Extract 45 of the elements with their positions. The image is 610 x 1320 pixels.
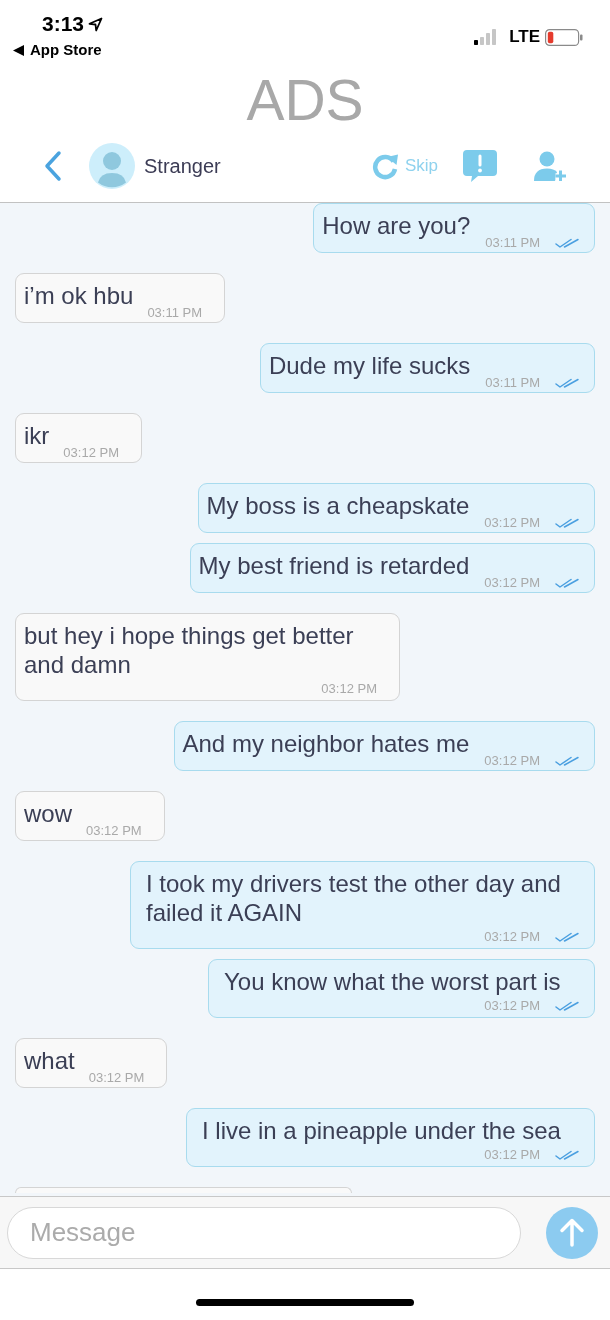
contact-name: Stranger [144, 154, 221, 179]
back-triangle-icon [13, 44, 24, 56]
back-to-app-button[interactable]: App Store [13, 40, 104, 60]
add-friend-button[interactable] [533, 150, 567, 182]
message-text: what [24, 1047, 75, 1074]
ads-banner-text: ADS [246, 71, 364, 129]
message-time: 03:11 PM [485, 375, 540, 391]
message-text: wow [24, 800, 72, 827]
battery-low-icon [545, 28, 583, 46]
message-text: And my neighbor hates me [182, 730, 470, 757]
report-button[interactable] [463, 150, 497, 182]
message-text: ikr [24, 422, 50, 449]
message-time: 03:12 PM [88, 1070, 145, 1086]
arrow-up-icon [559, 1218, 585, 1247]
network-type: LTE [509, 27, 540, 47]
clock-time: 3:13 [42, 11, 85, 37]
message-time: 03:12 PM [63, 445, 119, 461]
message-time: 03:12 PM [484, 1147, 540, 1163]
signal-bars-icon [474, 29, 497, 45]
message-text: I took my drivers test the other day and failed it AGAIN [146, 870, 561, 926]
message-text: You know what the worst part is [224, 968, 561, 995]
message-text: Dude my life sucks [268, 352, 471, 379]
message-time: 03:11 PM [147, 305, 203, 321]
send-button[interactable] [546, 1206, 598, 1259]
message-text: but hey i hope things get better and damn [24, 622, 354, 678]
message-time: 03:11 PM [485, 235, 540, 251]
message-time: 03:12 PM [484, 515, 540, 531]
message-text: I live in a pineapple under the sea [202, 1117, 561, 1144]
add-user-icon [533, 150, 567, 182]
message-time: 03:12 PM [484, 998, 540, 1014]
message-time: 03:12 PM [321, 681, 377, 697]
message-time: 03:12 PM [484, 753, 540, 769]
alert-bubble-icon [463, 150, 497, 182]
message-input[interactable]: Message [7, 1206, 521, 1259]
message-text: How are you? [322, 212, 471, 239]
chevron-left-icon [43, 150, 63, 182]
avatar-icon [89, 143, 135, 189]
refresh-icon [370, 152, 399, 180]
message-text: My best friend is retarded [198, 552, 470, 579]
message-time: 03:12 PM [484, 575, 540, 591]
location-arrow-icon [88, 16, 104, 32]
message-time: 03:12 PM [484, 929, 540, 945]
message-text: My boss is a cheapskate [206, 492, 470, 519]
message-time: 03:12 PM [86, 823, 142, 839]
message-text: i’m ok hbu [24, 282, 134, 309]
